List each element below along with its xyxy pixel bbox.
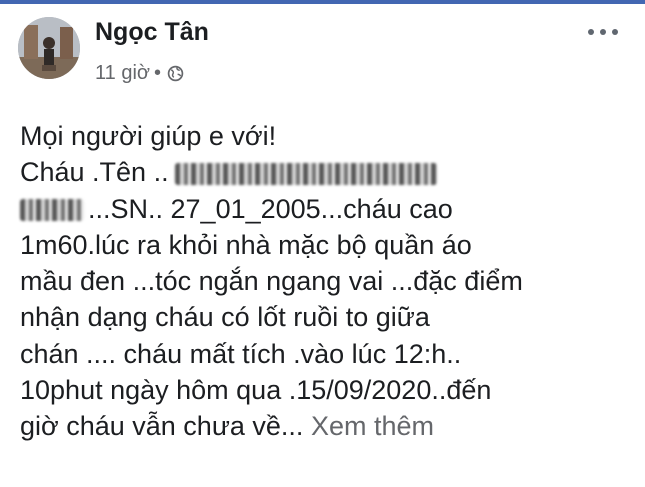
see-more-link[interactable]: Xem thêm [311,411,434,441]
post-line: 10phut ngày hôm qua .15/09/2020..đến [20,375,492,406]
post-line: 1m60.lúc ra khỏi nhà mặc bộ quần áo [20,229,472,260]
post-line: Cháu .Tên .. [20,154,630,190]
author-name[interactable]: Ngọc Tân [95,18,209,47]
avatar[interactable] [18,17,80,79]
post-line-text: Cháu .Tên .. [20,157,169,188]
post-line: chán .... cháu mất tích .vào lúc 12:h.. [20,338,462,369]
post-meta: 11 giờ • [95,62,184,85]
post-line: nhận dạng cháu có lốt ruồi to giữa [20,302,430,333]
post-line: giờ cháu vẫn chưa về... Xem thêm [20,408,630,444]
avatar-photo-icon [18,17,80,79]
globe-icon [167,65,184,82]
redacted-name [20,199,84,222]
more-options-icon [588,29,594,35]
meta-separator: • [154,62,162,84]
more-options-button[interactable] [588,24,618,40]
more-options-icon [600,29,606,35]
post-text: Mọi người giúp e với! Cháu .Tên .. ...SN… [20,118,630,445]
post-line: Mọi người giúp e với! [20,121,277,151]
more-options-icon [612,29,618,35]
post-line: mầu đen ...tóc ngắn ngang vai ...đặc điể… [20,266,523,297]
post-timestamp[interactable]: 11 giờ [95,62,150,85]
post-card: Ngọc Tân 11 giờ • Mọi người giúp e với! … [0,0,645,487]
post-line: ...SN.. 27_01_2005...cháu cao [20,191,630,227]
redacted-name [174,163,437,186]
post-line-text: ...SN.. 27_01_2005...cháu cao [88,193,453,224]
post-line-text: giờ cháu vẫn chưa về... [20,411,304,442]
